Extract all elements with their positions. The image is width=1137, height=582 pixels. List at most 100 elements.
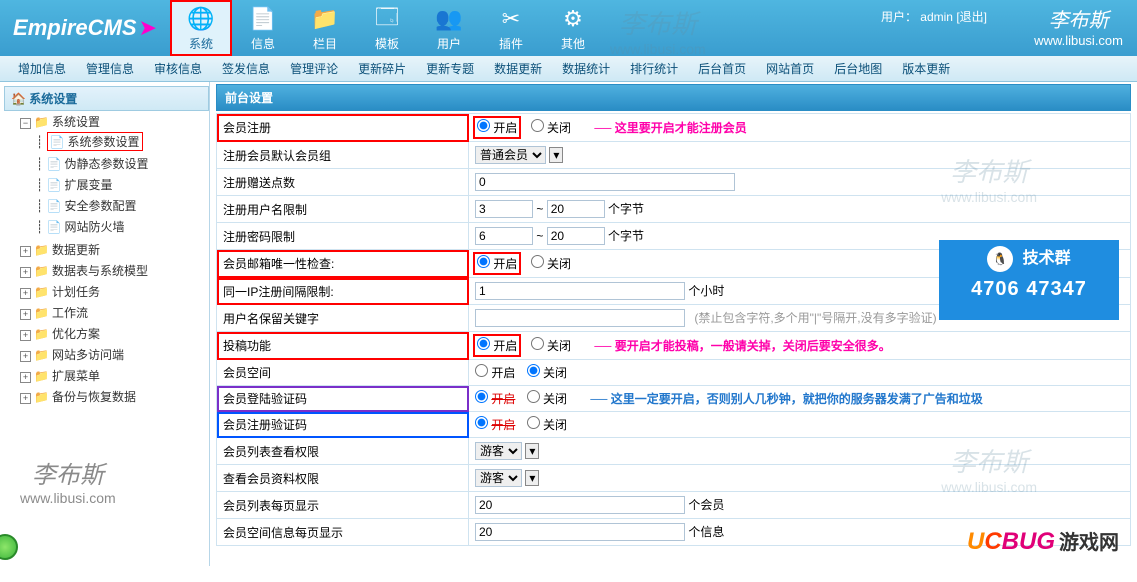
tree-item[interactable]: +📁网站多访问端 [20,344,209,365]
radio-off[interactable]: 关闭 [531,339,571,353]
row-label: 注册会员默认会员组 [217,142,469,169]
dropdown-icon[interactable]: ▾ [549,147,563,163]
nav-信息[interactable]: 📄信息 [232,0,294,56]
green-circle-button[interactable] [0,534,18,560]
radio-off[interactable]: 关闭 [527,366,567,380]
annotation: ── 这里一定要开启，否则别人几秒钟，就把你的服务器发满了广告和垃圾 [590,392,982,406]
tree-root[interactable]: −📁系统设置┊ 📄系统参数设置┊ 📄伪静态参数设置┊ 📄扩展变量┊ 📄安全参数配… [20,111,209,239]
subnav-更新专题[interactable]: 更新专题 [426,60,474,77]
row-label: 会员列表每页显示 [217,492,469,519]
tree-item[interactable]: +📁工作流 [20,302,209,323]
qq-icon: 🐧 [987,246,1013,272]
row-label: 注册赠送点数 [217,169,469,196]
tree-item[interactable]: ┊ 📄安全参数配置 [36,195,209,216]
unit: 个小时 [688,284,724,298]
nav-用户[interactable]: 👥用户 [418,0,480,56]
row-label: 会员邮箱唯一性检查: [217,250,469,278]
row-r9: 投稿功能 开启 关闭 ── 要开启才能投稿，一般请关掉，关闭后要安全很多。 [217,332,1131,360]
tree-item[interactable]: +📁数据更新 [20,239,209,260]
radio-on[interactable]: 开启 [475,392,515,406]
nav-label: 插件 [499,35,523,52]
radio-on[interactable]: 开启 [475,418,515,432]
nav-系统[interactable]: 🌐系统 [170,0,232,56]
range-to[interactable] [547,200,605,218]
tree-item[interactable]: ┊ 📄网站防火墙 [36,216,209,237]
nav-label: 信息 [251,35,275,52]
row-control: 游客 ▾ [469,465,1131,492]
qq-number: 4706 47347 [939,278,1119,301]
subnav-后台首页[interactable]: 后台首页 [698,60,746,77]
subnav-后台地图[interactable]: 后台地图 [834,60,882,77]
row-r13: 会员列表查看权限游客 ▾ [217,438,1131,465]
nav-icon: 🗔 [372,5,402,33]
tree-item[interactable]: +📁备份与恢复数据 [20,386,209,407]
row-r4: 注册用户名限制 ~ 个字节 [217,196,1131,223]
radio-on[interactable]: 开启 [475,366,515,380]
text-input[interactable] [475,523,685,541]
watermark-top-center: 李布斯 www.libusi.com [610,4,706,57]
nav-栏目[interactable]: 📁 栏目 [294,0,356,56]
radio-off[interactable]: 关闭 [527,418,567,432]
row-r12: 会员注册验证码 开启 关闭 [217,412,1131,438]
subnav-管理评论[interactable]: 管理评论 [290,60,338,77]
sub-nav: 增加信息 管理信息 审核信息 签发信息 管理评论 更新碎片 更新专题 数据更新 数据统计 排行统计… [0,56,1137,82]
subnav-管理信息[interactable]: 管理信息 [86,60,134,77]
subnav-增加信息[interactable]: 增加信息 [18,60,66,77]
subnav-网站首页[interactable]: 网站首页 [766,60,814,77]
nav-label: 栏目 [313,35,337,52]
radio-off[interactable]: 关闭 [531,257,571,271]
nav-icon: 📁 [310,5,340,33]
radio-on[interactable]: 开启 [477,339,517,353]
select[interactable]: 普通会员 [475,146,546,164]
settings-table: 会员注册 开启 关闭 ── 这里要开启才能注册会员注册会员默认会员组普通会员 ▾… [216,113,1131,546]
qq-title: 技术群 [1023,246,1071,272]
nav-插件[interactable]: ✂插件 [480,0,542,56]
radio-on[interactable]: 开启 [477,257,517,271]
row-control: ~ 个字节 [469,196,1131,223]
unit: 个信息 [688,525,724,539]
nav-模板[interactable]: 🗔模板 [356,0,418,56]
text-input[interactable] [475,496,685,514]
annotation: (禁止包含字符,多个用"|"号隔开,没有多字验证) [694,311,936,325]
logo: EmpireCMS ➤ [0,0,170,56]
subnav-排行统计[interactable]: 排行统计 [630,60,678,77]
select[interactable]: 游客 [475,442,522,460]
row-label: 会员空间信息每页显示 [217,519,469,546]
tree-item[interactable]: ┊ 📄伪静态参数设置 [36,153,209,174]
subnav-审核信息[interactable]: 审核信息 [154,60,202,77]
tree-item[interactable]: ┊ 📄扩展变量 [36,174,209,195]
subnav-更新碎片[interactable]: 更新碎片 [358,60,406,77]
logout-link[interactable]: [退出] [956,10,987,24]
qq-group-box[interactable]: 🐧 技术群 4706 47347 [939,240,1119,320]
ucbug-logo: UCBUG游戏网 [967,526,1119,556]
subnav-版本更新[interactable]: 版本更新 [902,60,950,77]
row-control: 开启 关闭 [469,360,1131,386]
text-input[interactable] [475,282,685,300]
subnav-数据更新[interactable]: 数据更新 [494,60,542,77]
row-control [469,169,1131,196]
range-from[interactable] [475,227,533,245]
nav-其他[interactable]: ⚙其他 [542,0,604,56]
radio-off[interactable]: 关闭 [527,392,567,406]
tree-item[interactable]: +📁数据表与系统模型 [20,260,209,281]
text-input[interactable] [475,309,685,327]
annotation: ── 这里要开启才能注册会员 [594,121,746,135]
dropdown-icon[interactable]: ▾ [525,443,539,459]
row-r1: 会员注册 开启 关闭 ── 这里要开启才能注册会员 [217,114,1131,142]
tree-item[interactable]: +📁计划任务 [20,281,209,302]
subnav-数据统计[interactable]: 数据统计 [562,60,610,77]
row-label: 会员列表查看权限 [217,438,469,465]
tree-item[interactable]: +📁扩展菜单 [20,365,209,386]
tree-item[interactable]: +📁优化方案 [20,323,209,344]
radio-off[interactable]: 关闭 [531,121,571,135]
text-input[interactable] [475,173,735,191]
content: 前台设置 会员注册 开启 关闭 ── 这里要开启才能注册会员注册会员默认会员组普… [210,82,1137,566]
range-to[interactable] [547,227,605,245]
subnav-签发信息[interactable]: 签发信息 [222,60,270,77]
tree-item[interactable]: ┊ 📄系统参数设置 [36,130,209,153]
range-from[interactable] [475,200,533,218]
dropdown-icon[interactable]: ▾ [525,470,539,486]
user-name-link[interactable]: admin [920,10,953,24]
radio-on[interactable]: 开启 [477,121,517,135]
select[interactable]: 游客 [475,469,522,487]
